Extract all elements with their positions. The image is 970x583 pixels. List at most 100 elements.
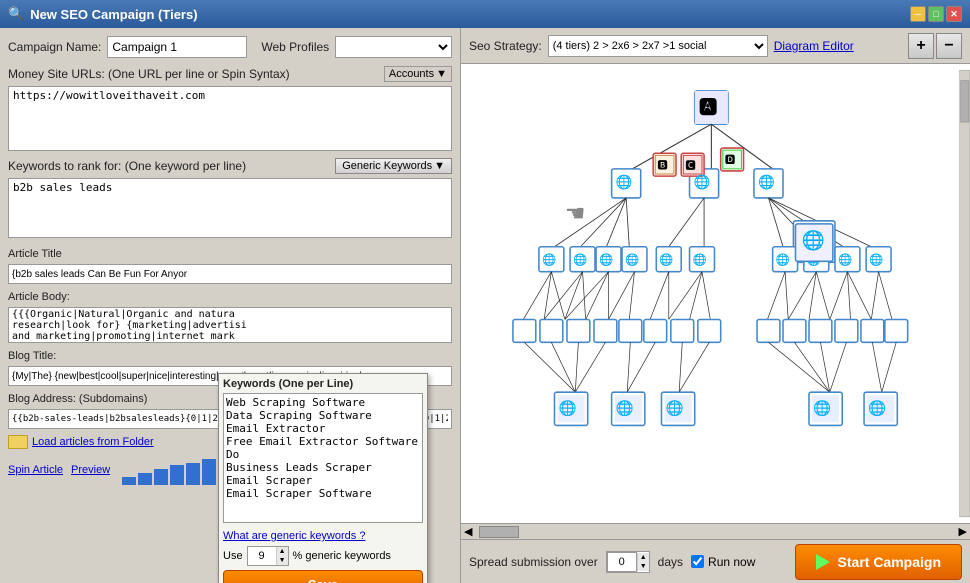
zoom-out-button[interactable]: − — [936, 33, 962, 59]
scroll-thumb[interactable] — [479, 526, 519, 538]
minimize-button[interactable]: ─ — [910, 6, 926, 22]
run-now-check[interactable] — [691, 555, 704, 568]
svg-text:🅰: 🅰 — [699, 98, 716, 117]
money-url-label: Money Site URLs: (One URL per line or Sp… — [8, 67, 290, 81]
bar-5 — [202, 459, 216, 485]
bar-4 — [186, 463, 200, 485]
article-title-label: Article Title — [8, 248, 452, 260]
app-icon: 🔍 — [8, 6, 24, 22]
bar-1 — [138, 473, 152, 485]
svg-text:☚: ☚ — [565, 200, 585, 226]
scroll-right-arrow[interactable]: ▶ — [956, 525, 970, 538]
campaign-name-row: Campaign Name: Web Profiles — [8, 36, 452, 58]
folder-icon — [8, 435, 28, 449]
generic-keywords-button[interactable]: Generic Keywords ▼ — [335, 158, 452, 174]
keywords-label: Keywords to rank for: (One keyword per l… — [8, 159, 246, 173]
days-label: days — [658, 555, 683, 569]
campaign-name-input[interactable] — [107, 36, 247, 58]
spinner-down[interactable]: ▼ — [277, 556, 288, 565]
bar-0 — [122, 477, 136, 485]
svg-text:🌐: 🌐 — [599, 252, 613, 266]
svg-text:🅱: 🅱 — [657, 160, 667, 172]
popup-use-row: Use ▲ ▼ % generic keywords — [223, 546, 423, 566]
money-url-section: Money Site URLs: (One URL per line or Sp… — [8, 66, 452, 82]
campaign-name-label: Campaign Name: — [8, 40, 101, 54]
url-textarea-wrapper: https://wowitloveithaveit.com — [8, 86, 452, 154]
start-campaign-button[interactable]: Start Campaign — [795, 544, 962, 580]
svg-text:🌐: 🌐 — [616, 174, 633, 190]
svg-text:🌐: 🌐 — [869, 252, 883, 266]
horizontal-scrollbar[interactable]: ◀ ▶ — [461, 523, 970, 539]
svg-text:🌐: 🌐 — [758, 174, 775, 190]
svg-text:🌐: 🌐 — [838, 252, 852, 266]
svg-text:🅲: 🅲 — [685, 160, 695, 172]
blog-title-label: Blog Title: — [8, 350, 452, 362]
generic-keywords-popup: Keywords (One per Line) Web Scraping Sof… — [218, 373, 428, 583]
spread-label: Spread submission over — [469, 555, 598, 569]
days-spinner[interactable]: ▲ ▼ — [606, 551, 650, 573]
accounts-button[interactable]: Accounts ▼ — [384, 66, 452, 82]
play-icon — [816, 554, 830, 570]
svg-text:🌐: 🌐 — [802, 230, 825, 252]
svg-text:🌐: 🌐 — [776, 252, 790, 266]
spinner-up[interactable]: ▲ — [277, 547, 288, 556]
title-bar: 🔍 New SEO Campaign (Tiers) ─ □ ✕ — [0, 0, 970, 28]
right-panel: Seo Strategy: (4 tiers) 2 > 2x6 > 2x7 >1… — [460, 28, 970, 583]
bottom-footer: Spread submission over ▲ ▼ days Run now … — [461, 539, 970, 583]
close-button[interactable]: ✕ — [946, 6, 962, 22]
svg-text:🌐: 🌐 — [573, 252, 587, 266]
footer-left: Spread submission over ▲ ▼ days Run now — [469, 551, 755, 573]
keywords-area: b2b sales leads Keywords (One per Line) … — [8, 178, 452, 241]
popup-keywords-list[interactable]: Web Scraping Software Data Scraping Soft… — [223, 393, 423, 523]
use-label: Use — [223, 550, 243, 562]
web-profiles-label: Web Profiles — [261, 40, 329, 54]
spin-article-link[interactable]: Spin Article — [8, 464, 63, 476]
svg-text:🌐: 🌐 — [625, 252, 639, 266]
days-input[interactable] — [607, 552, 637, 572]
keywords-textarea[interactable]: b2b sales leads — [8, 178, 452, 238]
run-now-checkbox[interactable]: Run now — [691, 555, 755, 569]
svg-text:🌐: 🌐 — [542, 252, 556, 266]
zoom-in-button[interactable]: + — [908, 33, 934, 59]
seo-strategy-select[interactable]: (4 tiers) 2 > 2x6 > 2x7 >1 social — [548, 35, 768, 57]
svg-text:🌐: 🌐 — [693, 252, 707, 266]
seo-strategy-label: Seo Strategy: — [469, 39, 542, 53]
maximize-button[interactable]: □ — [928, 6, 944, 22]
save-button[interactable]: Save — [223, 570, 423, 583]
svg-text:🌐: 🌐 — [813, 399, 831, 417]
use-spinner[interactable]: ▲ ▼ — [247, 546, 289, 566]
svg-text:🌐: 🌐 — [616, 399, 634, 417]
use-spinner-input[interactable] — [248, 550, 276, 562]
percent-label: % generic keywords — [293, 550, 391, 562]
svg-text:🌐: 🌐 — [559, 399, 577, 417]
svg-text:🌐: 🌐 — [694, 174, 711, 190]
article-body-label: Article Body: — [8, 291, 452, 303]
bar-2 — [154, 469, 168, 485]
web-profiles-select[interactable] — [335, 36, 452, 58]
url-textarea[interactable]: https://wowitloveithaveit.com — [8, 86, 452, 151]
window-title: New SEO Campaign (Tiers) — [30, 7, 197, 22]
days-spinner-down[interactable]: ▼ — [638, 562, 649, 571]
zoom-buttons: + − — [908, 33, 962, 59]
bar-3 — [170, 465, 184, 485]
svg-text:🌐: 🌐 — [868, 399, 886, 417]
days-spinner-up[interactable]: ▲ — [638, 553, 649, 562]
diagram-area[interactable]: ☚ — [461, 64, 970, 523]
article-title-input[interactable] — [8, 264, 452, 284]
svg-text:🌐: 🌐 — [659, 252, 673, 266]
keywords-header: Keywords to rank for: (One keyword per l… — [8, 158, 452, 174]
seo-header-left: Seo Strategy: (4 tiers) 2 > 2x6 > 2x7 >1… — [469, 35, 854, 57]
run-now-label: Run now — [708, 555, 755, 569]
seo-header: Seo Strategy: (4 tiers) 2 > 2x6 > 2x7 >1… — [461, 28, 970, 64]
scroll-left-arrow[interactable]: ◀ — [461, 525, 475, 538]
svg-text:🌐: 🌐 — [666, 399, 684, 417]
article-body-input[interactable]: {{{Organic|Natural|Organic and natura re… — [8, 307, 452, 343]
what-are-generic-keywords-link[interactable]: What are generic keywords ? — [223, 530, 423, 542]
diagram-svg: ☚ — [461, 64, 970, 523]
diagram-editor-link[interactable]: Diagram Editor — [774, 39, 854, 53]
preview-link[interactable]: Preview — [71, 464, 110, 476]
load-articles-link[interactable]: Load articles from Folder — [32, 436, 154, 448]
start-campaign-label: Start Campaign — [838, 554, 941, 570]
left-panel: Campaign Name: Web Profiles Money Site U… — [0, 28, 460, 583]
svg-text:🅳: 🅳 — [725, 155, 735, 167]
